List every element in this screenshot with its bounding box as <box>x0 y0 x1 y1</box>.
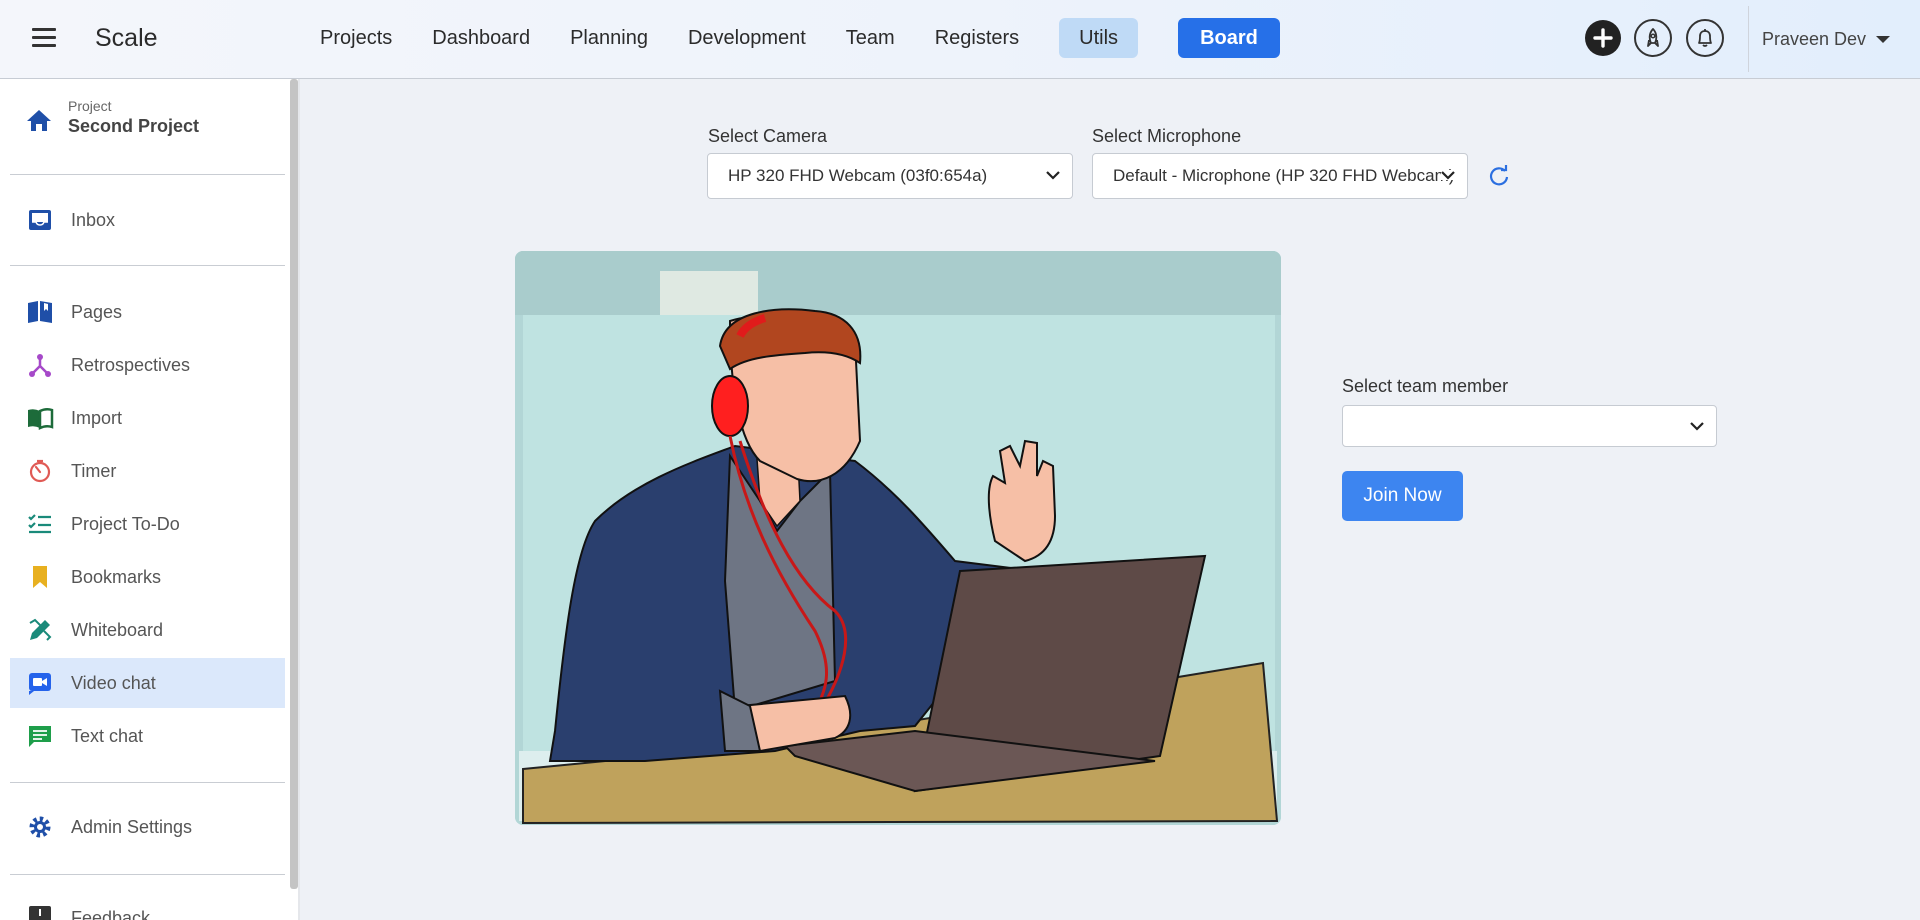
sidebar-item-whiteboard[interactable]: Whiteboard <box>10 605 285 655</box>
sidebar-item-label: Timer <box>71 460 117 481</box>
sidebar-divider <box>10 874 285 875</box>
sidebar-item-label: Video chat <box>71 672 156 693</box>
video-icon <box>26 669 54 697</box>
sidebar-item-label: Text chat <box>71 725 144 746</box>
sidebar-scrollbar[interactable] <box>290 79 298 889</box>
sidebar-item-label: Whiteboard <box>71 619 164 640</box>
project-name: Second Project <box>68 116 200 136</box>
camera-select[interactable]: HP 320 FHD Webcam (03f0:654a) <box>707 153 1073 199</box>
nav-team[interactable]: Team <box>826 18 915 58</box>
brand-name[interactable]: Scale <box>95 24 158 53</box>
sidebar-item-label: Pages <box>71 301 123 322</box>
home-icon <box>26 108 52 137</box>
sidebar-item-admin-settings[interactable]: Admin Settings <box>10 802 285 852</box>
timer-icon <box>26 457 54 485</box>
chevron-down-icon <box>1046 171 1060 180</box>
microphone-label: Select Microphone <box>1092 126 1242 146</box>
main-nav: Projects Dashboard Planning Development … <box>300 18 1280 58</box>
join-now-button[interactable]: Join Now <box>1342 471 1463 521</box>
sidebar-item-label: Retrospectives <box>71 354 191 375</box>
camera-label: Select Camera <box>708 126 828 146</box>
sidebar-item-pages[interactable]: Pages <box>10 287 285 337</box>
sidebar-divider <box>10 174 285 175</box>
add-icon[interactable] <box>1585 20 1621 56</box>
nav-registers[interactable]: Registers <box>915 18 1039 58</box>
header-divider <box>1748 6 1749 72</box>
gear-icon <box>26 813 54 841</box>
nav-development[interactable]: Development <box>668 18 826 58</box>
chevron-down-icon <box>1690 422 1704 431</box>
team-member-label: Select team member <box>1342 376 1509 396</box>
sidebar-item-import[interactable]: Import <box>10 393 285 443</box>
sidebar-item-label: Feedback <box>71 908 151 920</box>
sidebar-item-text-chat[interactable]: Text chat <box>10 711 285 761</box>
team-member-select[interactable] <box>1342 405 1717 447</box>
project-caption: Project <box>68 98 112 114</box>
sidebar-divider <box>10 265 285 266</box>
feedback-icon <box>26 898 54 920</box>
sidebar-item-video-chat[interactable]: Video chat <box>10 658 285 708</box>
nav-utils[interactable]: Utils <box>1059 18 1139 58</box>
sidebar-item-label: Inbox <box>71 209 116 230</box>
nav-dashboard[interactable]: Dashboard <box>412 18 550 58</box>
pencil-ruler-icon <box>26 616 54 644</box>
sidebar-item-label: Bookmarks <box>71 566 162 587</box>
refresh-icon[interactable] <box>1488 165 1510 187</box>
sidebar-item-timer[interactable]: Timer <box>10 446 285 496</box>
inbox-icon <box>26 206 54 234</box>
sidebar-item-project-todo[interactable]: Project To-Do <box>10 499 285 549</box>
top-navbar: Scale Projects Dashboard Planning Develo… <box>0 0 1920 79</box>
project-selector[interactable]: Project Second Project <box>26 98 199 137</box>
hamburger-menu-icon[interactable] <box>32 28 56 48</box>
user-name: Praveen Dev <box>1762 29 1867 49</box>
sidebar-scroll-track <box>298 79 300 920</box>
sidebar-item-label: Admin Settings <box>71 816 193 837</box>
network-icon <box>26 351 54 379</box>
microphone-select[interactable]: Default - Microphone (HP 320 FHD Webcam) <box>1092 153 1468 199</box>
checklist-icon <box>26 510 54 538</box>
sidebar-item-label: Project To-Do <box>71 513 180 534</box>
rocket-icon[interactable] <box>1634 19 1672 57</box>
sidebar-item-feedback[interactable]: Feedback <box>10 898 285 920</box>
user-menu[interactable]: Praveen Dev <box>1762 29 1891 50</box>
bell-icon[interactable] <box>1686 19 1724 57</box>
nav-board-button[interactable]: Board <box>1178 18 1280 58</box>
video-preview <box>515 251 1281 825</box>
sidebar-divider <box>10 782 285 783</box>
bookmark-icon <box>26 563 54 591</box>
nav-projects[interactable]: Projects <box>300 18 412 58</box>
sidebar-item-inbox[interactable]: Inbox <box>10 195 285 245</box>
nav-planning[interactable]: Planning <box>550 18 668 58</box>
video-illustration <box>515 251 1281 825</box>
chevron-down-icon <box>1441 170 1455 180</box>
open-book-icon <box>26 404 54 432</box>
microphone-select-value: Default - Microphone (HP 320 FHD Webcam) <box>1113 166 1455 185</box>
chat-icon <box>26 722 54 750</box>
sidebar-item-bookmarks[interactable]: Bookmarks <box>10 552 285 602</box>
camera-select-value: HP 320 FHD Webcam (03f0:654a) <box>728 166 988 185</box>
book-icon <box>26 298 54 326</box>
caret-down-icon <box>1876 36 1891 43</box>
sidebar-item-retrospectives[interactable]: Retrospectives <box>10 340 285 390</box>
sidebar-item-label: Import <box>71 407 123 428</box>
